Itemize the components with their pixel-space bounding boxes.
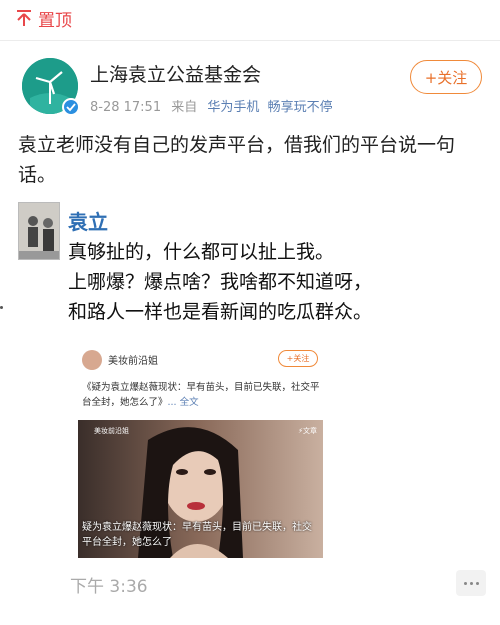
verified-badge-icon xyxy=(62,98,80,116)
post-text: 袁立老师没有自己的发声平台，借我们的平台说一句话。 xyxy=(18,134,456,186)
source-label: 来自 xyxy=(171,100,198,115)
divider xyxy=(0,40,500,41)
quote-avatar xyxy=(18,202,60,260)
quote-line: 真够扯的，什么都可以扯上我。 xyxy=(68,241,335,263)
quote-author-name[interactable]: 袁立 xyxy=(68,206,108,235)
card-headline: 《疑为袁立爆赵薇现状：早有苗头，目前已失联，社交平台全封，她怎么了》 xyxy=(82,382,320,408)
embedded-post-card[interactable]: 美妆前沿姐 +关注 《疑为袁立爆赵薇现状：早有苗头，目前已失联，社交平台全封，她… xyxy=(78,342,323,558)
image-caption: 疑为袁立爆赵薇现状：早有苗头，目前已失联，社交平台全封，她怎么了 xyxy=(82,522,312,548)
pin-top-icon xyxy=(17,10,31,26)
device-suffix[interactable]: 畅享玩不停 xyxy=(268,100,333,115)
quote-text: 真够扯的，什么都可以扯上我。 上哪爆？爆点啥？我啥都不知道呀， 和路人一样也是看… xyxy=(68,237,488,327)
quote-line: 上哪爆？爆点啥？我啥都不知道呀， xyxy=(68,271,373,293)
device-link[interactable]: 华为手机 xyxy=(207,100,259,115)
account-name[interactable]: 上海袁立公益基金会 xyxy=(90,60,261,87)
follow-button[interactable]: +关注 xyxy=(410,60,482,94)
stray-dot xyxy=(0,306,3,309)
card-avatar xyxy=(82,350,102,370)
card-more-link[interactable]: ... 全文 xyxy=(168,397,199,408)
card-follow-button[interactable]: +关注 xyxy=(278,350,318,367)
post-timestamp: 8-28 17:51 xyxy=(90,100,162,115)
post-meta: 8-28 17:51 来自 华为手机 畅享玩不停 xyxy=(90,96,333,115)
image-watermark: 美妆前沿姐 xyxy=(94,427,129,435)
card-account-name[interactable]: 美妆前沿姐 xyxy=(108,352,158,367)
more-options-icon[interactable] xyxy=(456,570,486,596)
footer-time: 下午 3:36 xyxy=(70,577,148,597)
quote-line: 和路人一样也是看新闻的吃瓜群众。 xyxy=(68,301,373,323)
pin-label: 置顶 xyxy=(38,10,72,31)
pin-bar: 置顶 xyxy=(0,0,500,36)
card-image[interactable]: 美妆前沿姐 ⚡文章 疑为袁立爆赵薇现状：早有苗头，目前已失联，社交平台全封，她怎… xyxy=(78,420,323,558)
card-text: 《疑为袁立爆赵薇现状：早有苗头，目前已失联，社交平台全封，她怎么了》... 全文 xyxy=(82,380,322,410)
article-tag: ⚡文章 xyxy=(298,427,317,435)
